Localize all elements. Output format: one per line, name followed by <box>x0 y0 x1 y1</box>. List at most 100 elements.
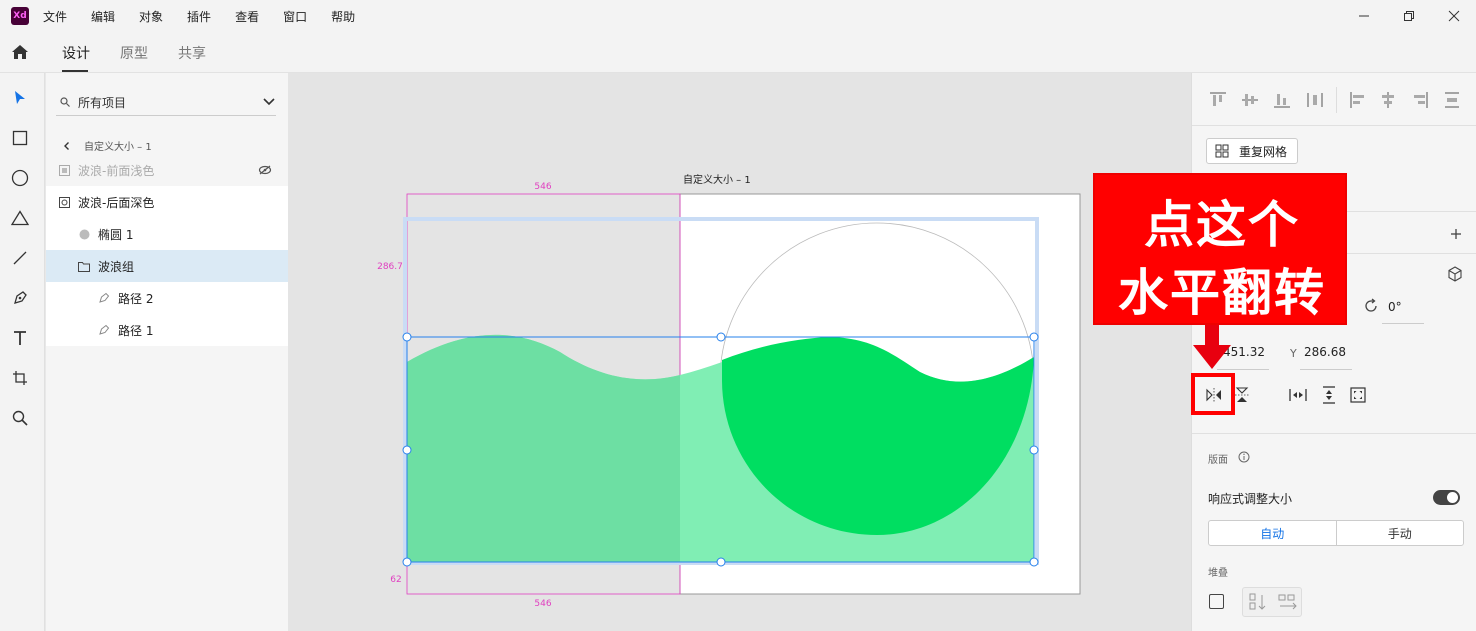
folder-icon <box>78 260 90 272</box>
ellipse-layer-icon <box>78 228 90 240</box>
layer-label: 波浪-前面浅色 <box>78 163 155 178</box>
manual-button[interactable]: 手动 <box>1337 521 1464 545</box>
artboard-icon[interactable] <box>9 367 31 389</box>
resize-handle[interactable] <box>1029 557 1039 567</box>
layer-row[interactable]: 路径 2 <box>46 282 288 314</box>
resize-handle[interactable] <box>402 332 412 342</box>
tab-share[interactable]: 共享 <box>178 43 206 63</box>
eye-hidden-icon[interactable] <box>258 165 272 175</box>
pen-icon[interactable] <box>9 287 31 309</box>
polygon-icon[interactable] <box>9 207 31 229</box>
align-top-icon[interactable] <box>1208 90 1228 110</box>
chevron-down-icon[interactable] <box>262 95 276 109</box>
align-middle-icon[interactable] <box>1240 90 1260 110</box>
layer-row[interactable]: 椭圆 1 <box>46 218 288 250</box>
tool-bar <box>0 73 45 631</box>
fix-height-icon[interactable] <box>1322 386 1336 404</box>
menu-edit[interactable]: 编辑 <box>91 7 115 25</box>
annotation-arrow-shaft <box>1205 325 1219 347</box>
active-tab-indicator <box>62 70 88 72</box>
info-icon[interactable] <box>1238 451 1250 463</box>
stack-direction-group <box>1242 587 1302 617</box>
layer-label: 椭圆 1 <box>98 227 134 242</box>
layer-label: 波浪-后面深色 <box>78 195 155 210</box>
layer-row[interactable]: 波浪-前面浅色 <box>46 154 288 186</box>
annotation-line-1: 点这个 <box>1144 196 1300 254</box>
resize-handle[interactable] <box>402 557 412 567</box>
chevron-left-icon <box>64 141 69 150</box>
align-right-icon[interactable] <box>1410 90 1430 110</box>
path-icon <box>98 324 110 336</box>
menu-view[interactable]: 查看 <box>235 7 259 25</box>
rotation-value[interactable]: 0° <box>1388 300 1402 314</box>
text-icon[interactable] <box>9 327 31 349</box>
layer-back-nav[interactable]: 自定义大小 – 1 <box>62 138 152 153</box>
line-icon[interactable] <box>9 247 31 269</box>
distribute-horizontal-icon[interactable] <box>1305 90 1325 110</box>
annotation-callout: 点这个 水平翻转 <box>1093 173 1347 325</box>
responsive-resize-toggle[interactable] <box>1433 490 1460 505</box>
dimension-top: 546 <box>534 182 551 192</box>
layer-label: 波浪组 <box>98 259 135 274</box>
light-wave-offboard <box>407 334 680 562</box>
resize-handle[interactable] <box>402 445 412 455</box>
annotation-arrow-head <box>1193 345 1231 369</box>
restore-button[interactable] <box>1386 0 1431 32</box>
rotation-underline <box>1382 323 1424 324</box>
artboard-label[interactable]: 自定义大小 – 1 <box>683 173 751 186</box>
resize-mode-selector: 自动 手动 <box>1208 520 1464 546</box>
menu-file[interactable]: 文件 <box>43 7 67 25</box>
align-bottom-icon[interactable] <box>1272 90 1292 110</box>
resize-handle[interactable] <box>716 557 726 567</box>
xd-logo: Xd <box>11 7 29 25</box>
repeat-grid-button[interactable]: 重复网格 <box>1206 138 1298 164</box>
responsive-resize-label: 响应式调整大小 <box>1208 492 1293 506</box>
dimension-bottom: 546 <box>534 599 551 609</box>
layer-label: 路径 1 <box>118 323 154 338</box>
dimension-bottom-left: 62 <box>390 575 401 585</box>
align-left-icon[interactable] <box>1348 90 1368 110</box>
close-button[interactable] <box>1431 0 1476 32</box>
menu-plugins[interactable]: 插件 <box>187 7 211 25</box>
layer-filter[interactable]: 所有项目 <box>56 89 276 116</box>
zoom-icon[interactable] <box>9 407 31 429</box>
layer-row[interactable]: 波浪-后面深色 <box>46 186 288 218</box>
resize-handle[interactable] <box>1029 445 1039 455</box>
stack-checkbox[interactable] <box>1209 594 1224 609</box>
resize-handle[interactable] <box>716 332 726 342</box>
menu-object[interactable]: 对象 <box>139 7 163 25</box>
align-center-icon[interactable] <box>1378 90 1398 110</box>
y-underline <box>1300 369 1352 370</box>
plus-icon[interactable] <box>1450 228 1462 240</box>
repeat-grid-label: 重复网格 <box>1239 144 1288 159</box>
dimension-left: 286.7 <box>377 262 403 272</box>
ellipse-icon[interactable] <box>9 167 31 189</box>
layer-row[interactable]: 路径 1 <box>46 314 288 346</box>
menu-window[interactable]: 窗口 <box>283 7 307 25</box>
3d-transform-icon[interactable] <box>1447 266 1463 282</box>
resize-handle[interactable] <box>1029 332 1039 342</box>
minimize-button[interactable] <box>1341 0 1386 32</box>
menu-help[interactable]: 帮助 <box>331 7 355 25</box>
auto-button[interactable]: 自动 <box>1209 521 1337 545</box>
flip-vertical-icon[interactable] <box>1234 386 1250 404</box>
layer-back-label: 自定义大小 – 1 <box>84 142 152 153</box>
select-icon[interactable] <box>9 87 31 109</box>
fit-transform-icon[interactable] <box>1350 387 1366 403</box>
stack-horizontal-icon[interactable] <box>1277 592 1299 612</box>
tab-design[interactable]: 设计 <box>62 43 90 63</box>
fix-width-icon[interactable] <box>1289 388 1307 402</box>
distribute-vertical-icon[interactable] <box>1442 90 1462 110</box>
align-separator <box>1336 87 1337 113</box>
rectangle-icon[interactable] <box>9 127 31 149</box>
layers-panel: 所有项目 自定义大小 – 1 波浪-前面浅色 波浪-后面深色 椭圆 1 波浪组 <box>46 73 288 631</box>
design-canvas[interactable]: 546 546 286.7 62 自定义大小 – 1 <box>288 73 1191 631</box>
tab-prototype[interactable]: 原型 <box>120 43 148 63</box>
y-value[interactable]: 286.68 <box>1304 345 1346 359</box>
rotate-icon[interactable] <box>1363 298 1379 314</box>
stack-vertical-icon[interactable] <box>1247 592 1269 612</box>
stack-label: 堆叠 <box>1208 568 1228 579</box>
layer-row[interactable]: 波浪组 <box>46 250 288 282</box>
home-icon[interactable] <box>10 42 30 62</box>
mode-tabbar: 设计 原型 共享 <box>0 32 1476 73</box>
